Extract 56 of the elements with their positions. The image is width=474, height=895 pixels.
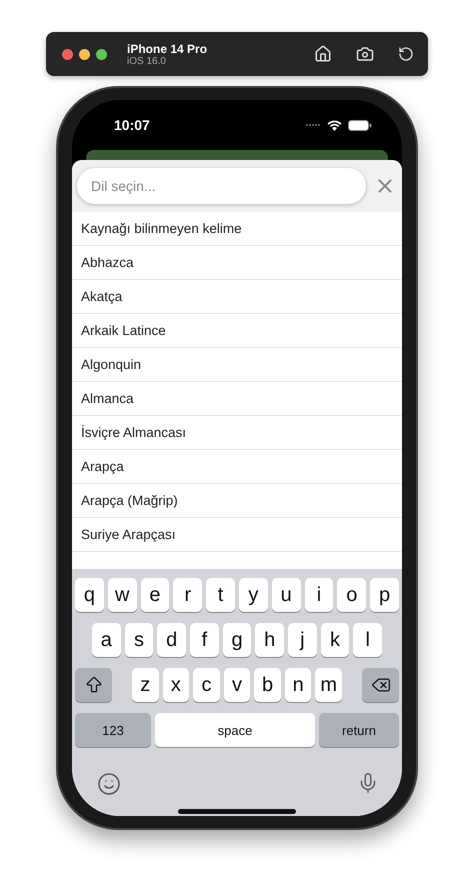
numbers-key[interactable]: 123 (75, 713, 151, 747)
letter-key[interactable]: l (353, 623, 382, 657)
close-light[interactable] (62, 48, 73, 60)
battery-icon (348, 120, 372, 130)
letter-key[interactable]: d (157, 623, 186, 657)
rotate-icon[interactable] (398, 46, 414, 62)
return-key[interactable]: return (319, 713, 399, 747)
os-version: iOS 16.0 (127, 56, 167, 66)
letter-key[interactable]: a (92, 623, 121, 657)
language-item[interactable]: Suriye Arapçası (72, 518, 402, 552)
letter-key[interactable]: k (320, 623, 350, 657)
letter-key[interactable]: w (108, 578, 137, 612)
language-item[interactable]: Kaynağı bilinmeyen kelime (72, 212, 402, 246)
language-item[interactable]: Arapça (Mağrip) (72, 484, 402, 518)
language-item[interactable]: Almanca (72, 382, 402, 416)
letter-key[interactable]: s (124, 623, 154, 657)
letter-key[interactable]: p (370, 578, 399, 612)
language-item[interactable]: İsviçre Almancası (72, 416, 402, 450)
delete-key[interactable] (362, 668, 400, 702)
letter-key[interactable]: z (132, 668, 159, 702)
letter-key[interactable]: f (190, 623, 219, 657)
minimize-light[interactable] (79, 48, 90, 60)
letter-key[interactable]: h (255, 623, 284, 657)
letter-key[interactable]: v (224, 668, 250, 702)
language-item[interactable]: Algonquin (72, 348, 402, 382)
letter-key[interactable]: e (140, 578, 170, 612)
device-name: iPhone 14 Pro (127, 42, 208, 56)
letter-key[interactable]: j (288, 623, 317, 657)
status-time: 10:07 (114, 117, 150, 133)
language-item[interactable]: Abhazca (72, 246, 402, 280)
language-item[interactable]: Akatça (72, 280, 402, 314)
screenshot-icon[interactable] (356, 45, 374, 63)
letter-key[interactable]: t (206, 578, 235, 612)
search-field[interactable]: Dil seçin... (77, 168, 366, 204)
letter-key[interactable]: r (173, 578, 202, 612)
letter-key[interactable]: x (162, 668, 190, 702)
letter-key[interactable]: q (75, 578, 104, 612)
language-item[interactable]: Arkaik Latince (72, 314, 402, 348)
letter-key[interactable]: b (254, 668, 281, 702)
emoji-icon[interactable] (97, 772, 121, 796)
letter-key[interactable]: m (315, 668, 342, 702)
language-item[interactable]: Arapça (72, 450, 402, 484)
letter-key[interactable]: o (337, 578, 366, 612)
letter-key[interactable]: i (304, 578, 334, 612)
letter-key[interactable]: c (193, 668, 220, 702)
letter-key[interactable]: y (238, 578, 268, 612)
letter-key[interactable]: g (222, 623, 252, 657)
letter-key[interactable]: u (272, 578, 301, 612)
space-key[interactable]: space (155, 713, 315, 747)
shift-icon (84, 675, 104, 695)
letter-key[interactable]: n (284, 668, 312, 702)
signal-icon (305, 123, 321, 127)
zoom-light[interactable] (96, 48, 107, 60)
wifi-icon (327, 120, 342, 130)
home-icon[interactable] (314, 45, 332, 63)
shift-key[interactable] (75, 668, 112, 702)
